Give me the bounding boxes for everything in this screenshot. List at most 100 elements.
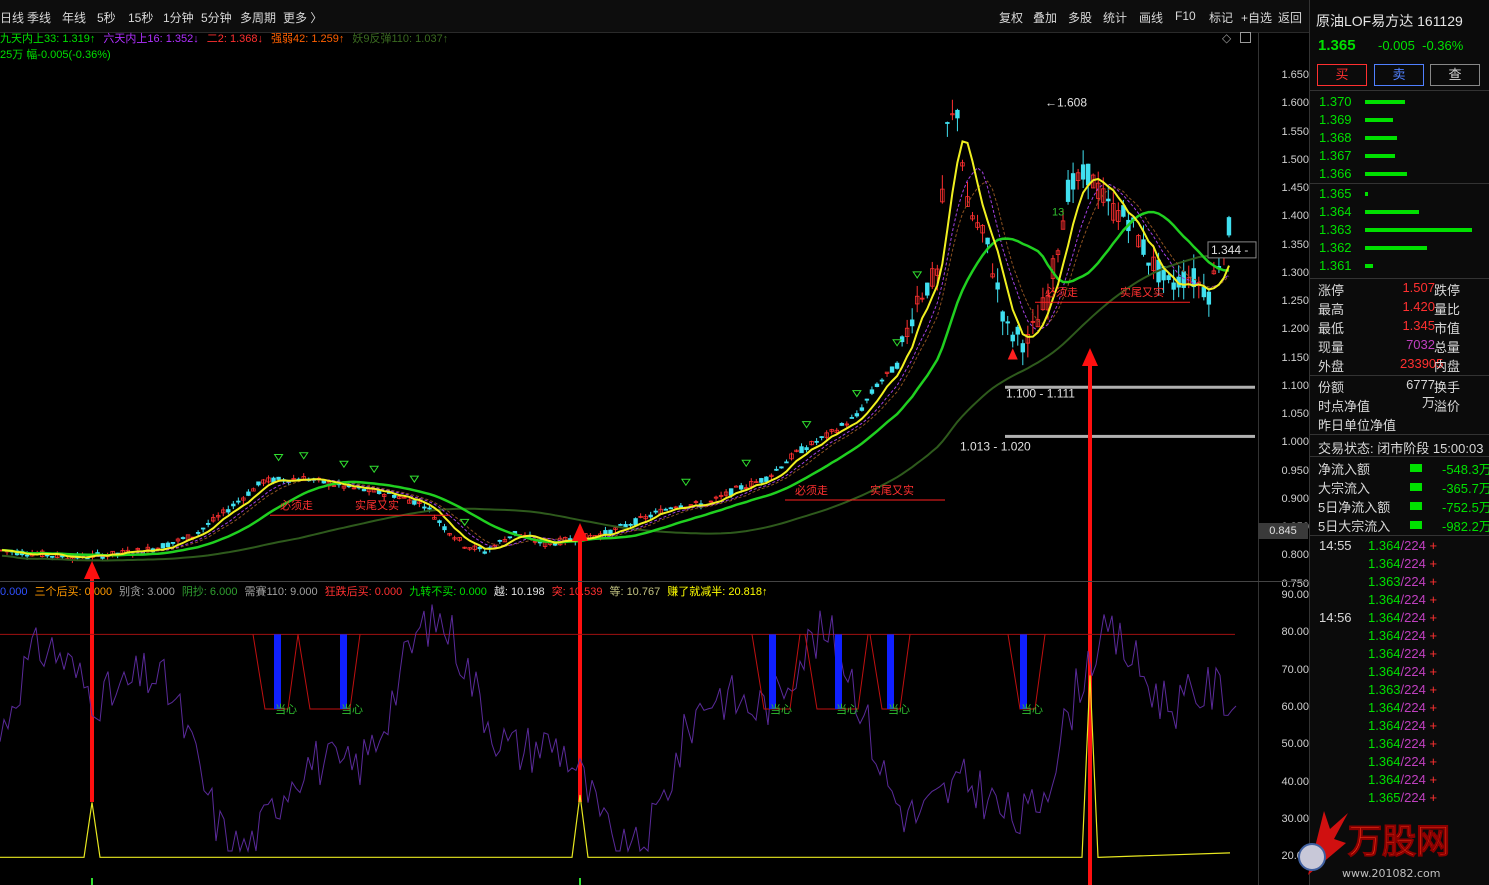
candle-body[interactable] [427,507,432,510]
candle-body[interactable] [774,468,779,471]
candle-body[interactable] [236,500,241,503]
period-tab[interactable]: 1分钟 [163,9,194,26]
candle-body[interactable] [854,413,860,417]
candle-body[interactable] [628,523,633,526]
period-tab[interactable]: 日线 [0,9,24,26]
tick-row[interactable]: 1.364/224 + [1368,754,1437,772]
candle-body[interactable] [1000,311,1005,322]
tick-row[interactable]: 1.364/224 + [1368,556,1437,574]
candle-body[interactable] [361,488,367,492]
candle-body[interactable] [839,423,844,426]
candle-body[interactable] [1201,287,1207,298]
candle-body[interactable] [497,539,503,542]
candle-body[interactable] [668,507,673,510]
candle-body[interactable] [909,319,915,327]
tick-row[interactable]: 1.364/224 + [1368,700,1437,718]
tool-button[interactable]: 画线 [1139,9,1163,26]
bid-row[interactable]: 1.365 [1310,185,1489,203]
tick-row[interactable]: 1.364/224 + [1368,610,1437,628]
period-tab[interactable]: 5秒 [97,9,116,26]
candle-body[interactable] [784,461,789,464]
candle-body[interactable] [663,508,668,511]
candle-body[interactable] [633,518,638,526]
candle-body[interactable] [205,522,211,525]
candle-body[interactable] [1166,275,1171,281]
candle-body[interactable] [874,383,880,387]
tool-button[interactable]: 复权 [999,9,1023,26]
tick-row[interactable]: 1.364/224 + [1368,664,1437,682]
candle-body[interactable] [1080,164,1086,180]
candle-body[interactable] [50,555,55,558]
candle-body[interactable] [24,554,30,557]
level-line[interactable] [1005,434,1255,438]
candle-body[interactable] [985,237,990,245]
tool-button[interactable]: 返回 [1278,9,1302,26]
candle-body[interactable] [759,478,764,483]
ask-row[interactable]: 1.368 [1310,129,1489,147]
tool-button[interactable]: F10 [1175,9,1196,23]
ask-row[interactable]: 1.370 [1310,93,1489,111]
bid-row[interactable]: 1.361 [1310,257,1489,275]
candle-body[interactable] [422,506,427,509]
candle-body[interactable] [804,447,809,451]
tool-button[interactable]: 叠加 [1033,9,1057,26]
candle-body[interactable] [618,524,623,526]
candle-body[interactable] [623,524,628,528]
candle-body[interactable] [1206,291,1212,305]
candle-body[interactable] [733,485,739,488]
candle-body[interactable] [507,536,513,539]
tool-button[interactable]: 标记 [1209,9,1233,26]
candle-body[interactable] [180,537,186,539]
bid-row[interactable]: 1.364 [1310,203,1489,221]
candle-body[interactable] [869,389,875,394]
candle-body[interactable] [392,494,397,498]
sell-button[interactable]: 卖 [1374,64,1424,86]
candle-body[interactable] [482,551,487,554]
tick-row[interactable]: 1.364/224 + [1368,628,1437,646]
tool-button[interactable]: 多股 [1068,9,1092,26]
candle-body[interactable] [95,552,100,554]
tick-row[interactable]: 1.364/224 + [1368,538,1437,556]
candle-body[interactable] [477,546,482,550]
candle-body[interactable] [995,282,1000,290]
candle-body[interactable] [925,282,930,296]
buy-button[interactable]: 买 [1317,64,1367,86]
diamond-icon[interactable]: ◇ [1222,31,1231,45]
candle-body[interactable] [648,514,653,518]
candle-body[interactable] [226,509,231,513]
candle-body[interactable] [1020,343,1025,353]
tick-row[interactable]: 1.363/224 + [1368,574,1437,592]
candle-body[interactable] [1106,198,1111,202]
candle-body[interactable] [764,476,769,482]
tick-row[interactable]: 1.364/224 + [1368,718,1437,736]
candle-body[interactable] [1085,163,1091,186]
tool-button[interactable]: +自选 [1241,9,1272,26]
candle-body[interactable] [1010,334,1015,342]
candle-body[interactable] [779,466,784,469]
candle-body[interactable] [195,532,201,534]
period-tab[interactable]: 年线 [62,9,86,26]
period-tab[interactable]: 季线 [27,9,51,26]
candle-body[interactable] [894,362,900,369]
candle-body[interactable] [1141,239,1146,255]
ask-row[interactable]: 1.367 [1310,147,1489,165]
tick-row[interactable]: 1.364/224 + [1368,736,1437,754]
candle-body[interactable] [859,407,865,411]
candle-body[interactable] [1226,217,1232,236]
bid-row[interactable]: 1.362 [1310,239,1489,257]
candle-body[interactable] [849,417,855,419]
window-icon[interactable] [1240,32,1251,43]
candle-body[interactable] [1005,321,1010,324]
candle-body[interactable] [819,436,824,438]
query-button[interactable]: 查 [1430,64,1480,86]
tick-row[interactable]: 1.363/224 + [1368,682,1437,700]
ask-row[interactable]: 1.366 [1310,165,1489,183]
candle-body[interactable] [437,520,442,523]
tick-row[interactable]: 1.364/224 + [1368,592,1437,610]
candle-body[interactable] [1191,268,1196,288]
candle-body[interactable] [739,485,744,490]
candle-body[interactable] [165,542,171,548]
candle-body[interactable] [814,440,819,443]
tool-button[interactable]: 统计 [1103,9,1127,26]
candle-body[interactable] [276,476,281,480]
